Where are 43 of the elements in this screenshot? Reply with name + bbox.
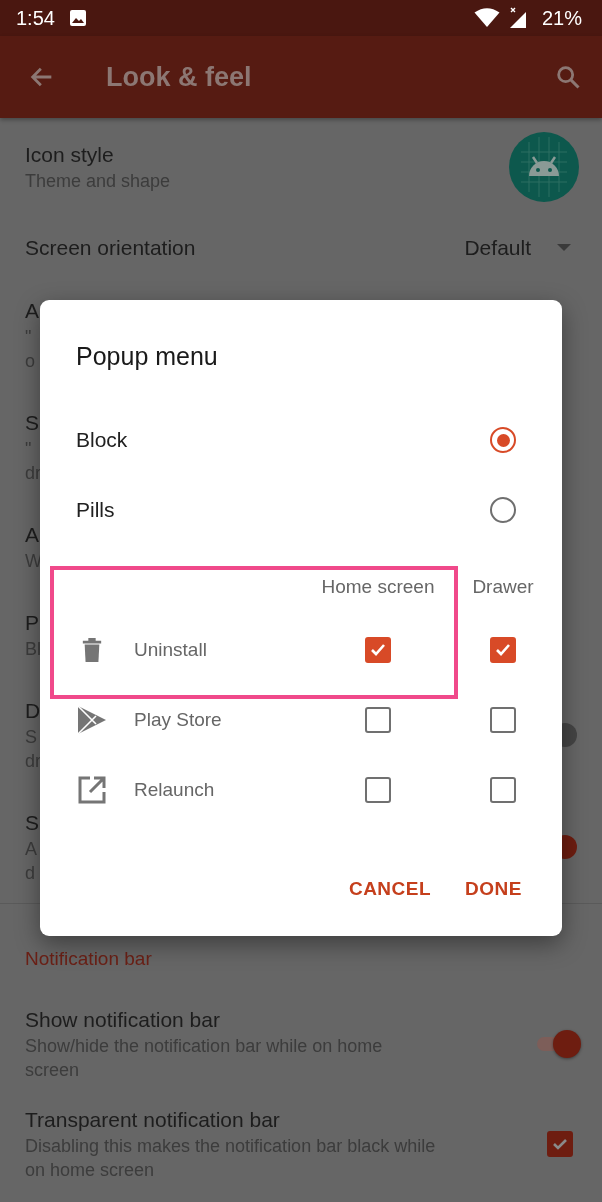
setting-title: A	[25, 298, 39, 324]
setting-title: S	[25, 810, 39, 836]
setting-title: A	[25, 522, 39, 548]
action-label: Uninstall	[134, 639, 208, 661]
setting-description: "	[25, 438, 32, 461]
action-label: Relaunch	[134, 779, 216, 801]
setting-title: Show notification bar	[25, 1007, 220, 1033]
launch-icon	[78, 776, 106, 804]
setting-title: D	[25, 698, 41, 724]
radio-button[interactable]	[490, 427, 516, 453]
search-icon[interactable]	[554, 63, 582, 91]
checkbox[interactable]	[365, 637, 391, 663]
section-header: Notification bar	[24, 947, 153, 971]
setting-title: Screen orientation	[25, 234, 196, 261]
image-icon	[68, 9, 87, 27]
radio-button[interactable]	[490, 497, 516, 523]
option-label[interactable]: Block	[76, 428, 443, 452]
setting-title: S	[25, 410, 39, 436]
setting-description: "	[25, 326, 32, 349]
checkbox[interactable]	[490, 707, 516, 733]
status-time: 1:54	[16, 6, 55, 30]
wifi-icon	[473, 8, 500, 28]
column-header: Drawer	[472, 576, 534, 598]
play-icon	[77, 705, 107, 735]
battery-percent: 21%	[541, 6, 582, 30]
column-header: Home screen	[321, 576, 435, 598]
checkbox[interactable]	[490, 637, 516, 663]
action-label: Play Store	[134, 709, 223, 731]
screen-title: Look & feel	[106, 61, 252, 93]
checkbox[interactable]	[365, 777, 391, 803]
checkbox[interactable]	[547, 1131, 573, 1157]
setting-title: Transparent notification bar	[25, 1107, 280, 1133]
dropdown-value[interactable]: Default	[464, 235, 531, 260]
android-icon[interactable]	[509, 132, 579, 202]
checkbox[interactable]	[490, 777, 516, 803]
dialog-title: Popup menu	[76, 341, 219, 372]
dialog-button[interactable]: DONE	[461, 870, 526, 908]
setting-title: Icon style	[25, 142, 114, 168]
option-label[interactable]: Pills	[76, 498, 443, 522]
setting-title: P	[25, 610, 39, 636]
checkbox[interactable]	[365, 707, 391, 733]
dialog-button[interactable]: CANCEL	[344, 870, 436, 908]
trash-icon	[81, 637, 103, 663]
